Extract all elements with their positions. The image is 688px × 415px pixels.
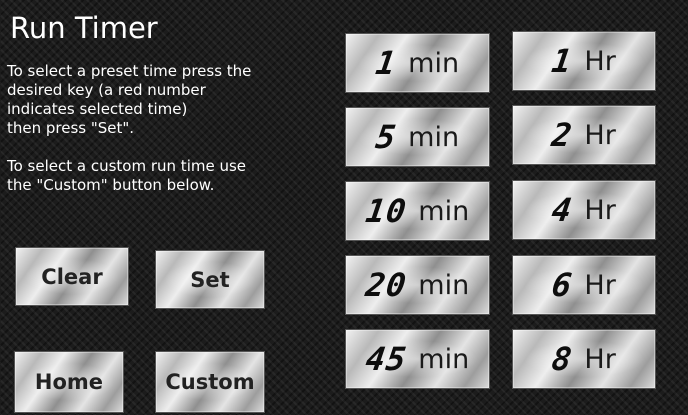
preset-value: 45 bbox=[363, 340, 409, 378]
preset-4-hr-button[interactable]: 4 Hr bbox=[512, 180, 656, 240]
preset-value: 10 bbox=[363, 192, 409, 230]
preset-value: 6 bbox=[549, 266, 576, 304]
clear-button[interactable]: Clear bbox=[15, 247, 129, 306]
preset-6-hr-button[interactable]: 6 Hr bbox=[512, 255, 656, 315]
instructions-custom: To select a custom run time use the "Cus… bbox=[7, 157, 247, 194]
preset-5-min-button[interactable]: 5 min bbox=[345, 107, 490, 167]
preset-1-hr-button[interactable]: 1 Hr bbox=[512, 31, 656, 91]
preset-unit: Hr bbox=[584, 119, 616, 151]
preset-value: 1 bbox=[373, 44, 399, 82]
preset-unit: min bbox=[408, 121, 460, 153]
preset-value: 4 bbox=[549, 191, 576, 229]
preset-8-hr-button[interactable]: 8 Hr bbox=[512, 329, 656, 389]
preset-value: 2 bbox=[549, 116, 576, 154]
preset-10-min-button[interactable]: 10 min bbox=[345, 181, 490, 241]
preset-value: 5 bbox=[373, 118, 399, 156]
custom-button[interactable]: Custom bbox=[155, 351, 265, 413]
preset-unit: min bbox=[418, 343, 470, 375]
preset-unit: Hr bbox=[584, 269, 616, 301]
preset-value: 20 bbox=[363, 266, 409, 304]
preset-unit: Hr bbox=[584, 45, 616, 77]
preset-value: 1 bbox=[549, 42, 576, 80]
instructions: To select a preset time press the desire… bbox=[7, 62, 337, 195]
set-button[interactable]: Set bbox=[155, 250, 265, 309]
preset-unit: Hr bbox=[584, 194, 616, 226]
page-title: Run Timer bbox=[10, 11, 158, 45]
preset-value: 8 bbox=[549, 340, 576, 378]
preset-unit: Hr bbox=[584, 343, 616, 375]
preset-45-min-button[interactable]: 45 min bbox=[345, 329, 490, 389]
instructions-preset: To select a preset time press the desire… bbox=[7, 62, 252, 137]
home-button[interactable]: Home bbox=[14, 351, 124, 413]
preset-2-hr-button[interactable]: 2 Hr bbox=[512, 105, 656, 165]
preset-unit: min bbox=[418, 269, 470, 301]
preset-unit: min bbox=[408, 47, 460, 79]
preset-unit: min bbox=[418, 195, 470, 227]
preset-20-min-button[interactable]: 20 min bbox=[345, 255, 490, 315]
preset-1-min-button[interactable]: 1 min bbox=[345, 33, 490, 93]
